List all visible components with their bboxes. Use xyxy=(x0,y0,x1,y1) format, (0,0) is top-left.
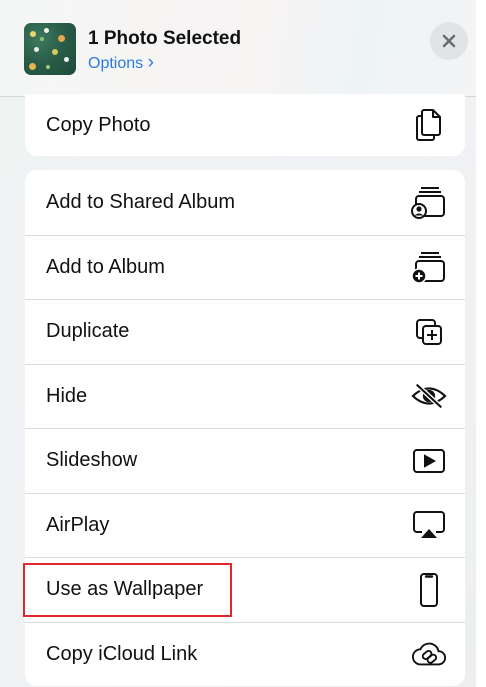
close-icon xyxy=(442,34,456,48)
highlight-box xyxy=(23,563,232,617)
shared-album-icon xyxy=(411,184,447,220)
action-copy-photo[interactable]: Copy Photo xyxy=(25,94,465,156)
action-group-1: Copy Photo xyxy=(25,94,465,156)
action-label: Add to Album xyxy=(46,255,165,278)
action-duplicate[interactable]: Duplicate xyxy=(25,299,465,364)
action-label: AirPlay xyxy=(46,513,110,536)
options-label: Options xyxy=(88,55,144,72)
options-link[interactable]: Options › xyxy=(88,52,154,74)
share-sheet-header: 1 Photo Selected Options › xyxy=(0,0,476,97)
phone-icon xyxy=(411,572,447,608)
close-button[interactable] xyxy=(430,22,468,60)
action-label: Slideshow xyxy=(46,449,138,472)
action-label: Copy iCloud Link xyxy=(46,642,198,665)
copy-icon xyxy=(411,107,447,143)
chevron-right-icon: › xyxy=(147,52,154,73)
action-hide[interactable]: Hide xyxy=(25,363,465,429)
action-label: Add to Shared Album xyxy=(46,190,236,213)
action-add-to-shared-album[interactable]: Add to Shared Album xyxy=(25,170,465,235)
cloud-link-icon xyxy=(411,636,447,672)
action-slideshow[interactable]: Slideshow xyxy=(25,428,465,493)
action-add-to-album[interactable]: Add to Album xyxy=(25,234,465,300)
share-sheet: 1 Photo Selected Options › Copy Photo Ad… xyxy=(0,0,486,687)
action-airplay[interactable]: AirPlay xyxy=(25,492,465,558)
add-album-icon xyxy=(411,249,447,285)
duplicate-icon xyxy=(411,314,447,350)
airplay-icon xyxy=(411,507,447,543)
play-icon xyxy=(411,443,447,479)
photo-thumbnail xyxy=(24,23,76,75)
action-label: Copy Photo xyxy=(46,113,151,136)
action-label: Hide xyxy=(46,384,88,407)
action-label: Duplicate xyxy=(46,320,130,343)
page-title: 1 Photo Selected xyxy=(88,28,242,49)
eye-slash-icon xyxy=(411,378,447,414)
action-copy-icloud-link[interactable]: Copy iCloud Link xyxy=(25,621,465,687)
